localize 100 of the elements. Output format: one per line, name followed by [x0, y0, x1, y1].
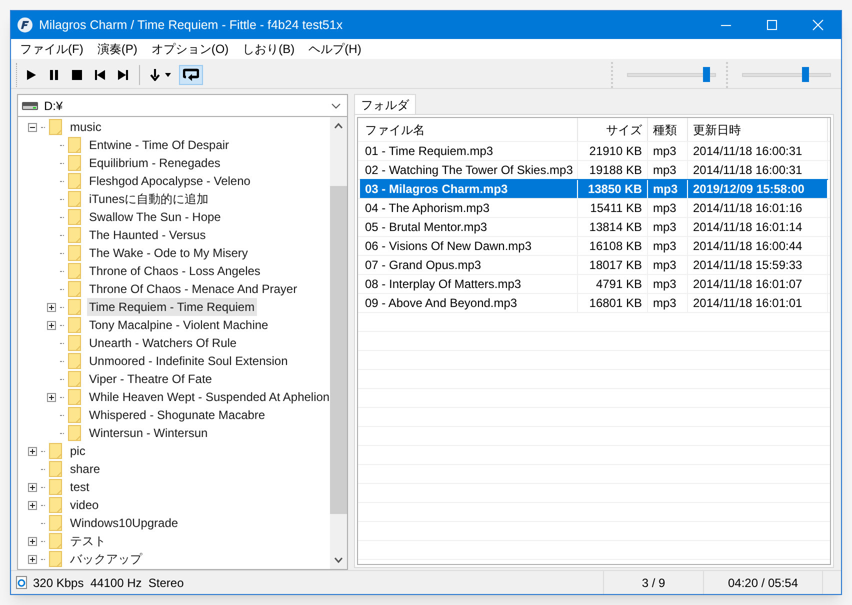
file-row[interactable]: 09 - Above And Beyond.mp3 16801 KB mp3 2014/11/18 16:01:01: [360, 293, 828, 312]
folder-tab[interactable]: フォルダ: [354, 94, 416, 114]
scroll-down-icon[interactable]: [334, 557, 343, 563]
folder-icon: [49, 515, 62, 531]
table-cell: mp3: [648, 274, 688, 292]
tree-item[interactable]: iTunesに自動的に追加: [87, 190, 211, 208]
file-row[interactable]: 05 - Brutal Mentor.mp3 13814 KB mp3 2014/11/18 16:01:14: [360, 217, 828, 236]
tree-item[interactable]: Swallow The Sun - Hope: [87, 208, 223, 226]
toolbar-button[interactable]: [179, 64, 203, 84]
table-cell: 09 - Above And Beyond.mp3: [360, 294, 578, 312]
expander-icon[interactable]: [28, 482, 37, 492]
tree-item[interactable]: Windows10Upgrade: [68, 514, 180, 532]
tree-item[interactable]: Throne of Chaos - Loss Angeles: [87, 262, 262, 280]
repeat-icon: [183, 68, 199, 82]
table-cell: 13814 KB: [578, 218, 648, 236]
folder-icon: [68, 155, 81, 171]
tree-item[interactable]: The Wake - Ode to My Misery: [87, 244, 250, 262]
table-cell: 2014/11/18 16:01:14: [688, 218, 828, 236]
table-cell: 13850 KB: [578, 180, 648, 198]
table-cell: mp3: [648, 142, 688, 160]
tree-item[interactable]: While Heaven Wept - Suspended At Aphelion: [87, 388, 330, 406]
menu-item[interactable]: しおり(B): [236, 40, 302, 58]
slider-track[interactable]: [742, 67, 831, 82]
track-position: 3 / 9: [603, 571, 703, 594]
table-cell: 2014/11/18 16:00:44: [688, 236, 828, 254]
app-logo-icon: [17, 17, 33, 33]
column-header[interactable]: サイズ: [578, 118, 648, 141]
table-cell: 06 - Visions Of New Dawn.mp3: [360, 236, 578, 254]
menu-item[interactable]: 演奏(P): [90, 40, 144, 58]
table-cell: 05 - Brutal Mentor.mp3: [360, 218, 578, 236]
pause-icon: [48, 68, 60, 80]
file-row[interactable]: 03 - Milagros Charm.mp3 13850 KB mp3 2019/12/09 15:58:00: [360, 179, 828, 198]
slider-track[interactable]: [627, 67, 716, 82]
window-title: Milagros Charm / Time Requiem - Fittle - f4b24 test51x: [39, 16, 344, 34]
tree-item[interactable]: The Haunted - Versus: [87, 226, 208, 244]
expander-icon[interactable]: [28, 446, 37, 456]
slider-thumb[interactable]: [703, 67, 710, 82]
expander-icon[interactable]: [47, 320, 56, 330]
tree-item[interactable]: テスト: [68, 532, 108, 550]
slider-thumb[interactable]: [802, 67, 809, 82]
file-row[interactable]: 08 - Interplay Of Matters.mp3 4791 KB mp3 2014/11/18 16:01:07: [360, 274, 828, 293]
table-cell: 21910 KB: [578, 142, 648, 160]
table-cell: 08 - Interplay Of Matters.mp3: [360, 274, 578, 292]
folder-icon: [49, 119, 62, 135]
table-cell: 03 - Milagros Charm.mp3: [360, 180, 578, 198]
folder-icon: [68, 371, 81, 387]
expander-icon[interactable]: [28, 536, 37, 546]
tree-item[interactable]: Throne Of Chaos - Menace And Prayer: [87, 280, 300, 298]
menu-item[interactable]: ヘルプ(H): [302, 40, 368, 58]
file-row[interactable]: 01 - Time Requiem.mp3 21910 KB mp3 2014/11/18 16:00:31: [360, 141, 828, 160]
menu-item[interactable]: ファイル(F): [13, 40, 90, 58]
folder-icon: [68, 335, 81, 351]
tree-item[interactable]: Equilibrium - Renegades: [87, 154, 222, 172]
expander-icon[interactable]: [28, 122, 37, 132]
folder-icon: [68, 299, 81, 315]
tree-item[interactable]: Viper - Theatre Of Fate: [87, 370, 214, 388]
tree-item[interactable]: video: [68, 496, 101, 514]
file-row[interactable]: 04 - The Aphorism.mp3 15411 KB mp3 2014/11/18 16:01:16: [360, 198, 828, 217]
table-cell: 16801 KB: [578, 294, 648, 312]
folder-icon: [49, 479, 62, 495]
tree-item[interactable]: Fleshgod Apocalypse - Veleno: [87, 172, 252, 190]
tree-item[interactable]: share: [68, 460, 102, 478]
folder-icon: [49, 497, 62, 513]
scrollbar[interactable]: [330, 117, 347, 569]
table-cell: 04 - The Aphorism.mp3: [360, 198, 578, 216]
column-header[interactable]: 種類: [648, 118, 688, 141]
menu-item[interactable]: オプション(O): [144, 40, 236, 58]
drive-dropdown[interactable]: D:¥: [18, 95, 347, 117]
tree-item[interactable]: Entwine - Time Of Despair: [87, 136, 232, 154]
file-row[interactable]: 06 - Visions Of New Dawn.mp3 16108 KB mp3 2014/11/18 16:00:44: [360, 236, 828, 255]
table-cell: mp3: [648, 256, 688, 274]
tree-item[interactable]: pic: [68, 442, 88, 460]
tree-item[interactable]: バックアップ: [68, 550, 144, 568]
audio-file-icon: [16, 576, 27, 589]
table-cell: 2014/11/18 15:59:33: [688, 256, 828, 274]
column-header[interactable]: 更新日時: [688, 118, 828, 141]
column-header[interactable]: ファイル名: [360, 118, 578, 141]
file-row[interactable]: 07 - Grand Opus.mp3 18017 KB mp3 2014/11/18 15:59:33: [360, 255, 828, 274]
scroll-up-icon[interactable]: [334, 123, 343, 129]
expander-icon[interactable]: [47, 392, 56, 402]
expander-icon[interactable]: [28, 554, 37, 564]
tree-item[interactable]: music: [68, 118, 104, 136]
tree-item[interactable]: Whispered - Shogunate Macabre: [87, 406, 268, 424]
folder-icon: [68, 173, 81, 189]
expander-icon[interactable]: [47, 302, 56, 312]
table-cell: mp3: [648, 236, 688, 254]
tree-item[interactable]: Unearth - Watchers Of Rule: [87, 334, 239, 352]
tree-item[interactable]: Wintersun - Wintersun: [87, 424, 210, 442]
folder-icon: [68, 389, 81, 405]
tree-item[interactable]: Unmoored - Indefinite Soul Extension: [87, 352, 290, 370]
play-time: 04:20 / 05:54: [703, 571, 823, 594]
expander-icon[interactable]: [28, 500, 37, 510]
tree-item[interactable]: test: [68, 478, 92, 496]
table-cell: 2014/11/18 16:01:01: [688, 294, 828, 312]
folder-icon: [68, 281, 81, 297]
tree-item[interactable]: Time Requiem - Time Requiem: [87, 298, 257, 316]
folder-icon: [49, 551, 62, 567]
table-cell: 07 - Grand Opus.mp3: [360, 256, 578, 274]
tree-item[interactable]: Tony Macalpine - Violent Machine: [87, 316, 270, 334]
folder-icon: [68, 353, 81, 369]
